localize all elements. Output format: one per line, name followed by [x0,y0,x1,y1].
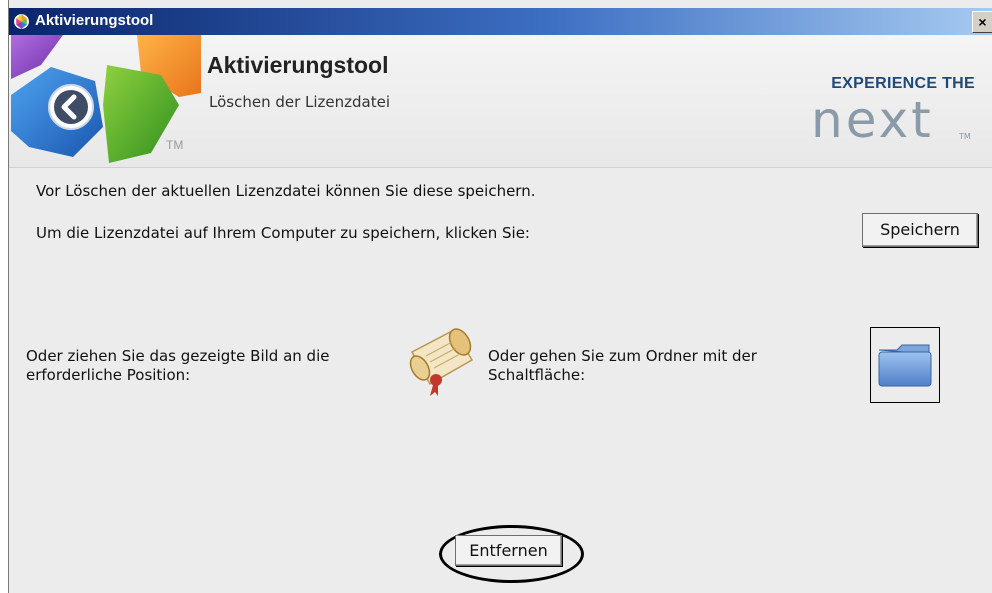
drag-instruction-line1: Oder ziehen Sie das gezeigte Bild an die [26,347,330,365]
activation-tool-window: Aktivierungstool × TM Aktivierungstool L… [8,0,992,593]
close-button[interactable]: × [972,11,992,33]
folder-icon [878,344,932,387]
folder-instruction: Oder gehen Sie zum Ordner mit der Schalt… [488,347,757,385]
license-scroll-icon[interactable] [402,322,480,400]
app-logo-icon [14,14,29,29]
svg-text:TM: TM [958,132,971,141]
intro-text: Vor Löschen der aktuellen Lizenzdatei kö… [36,182,536,200]
folder-instruction-line2: Schaltfläche: [488,366,586,384]
drag-instruction-line2: erforderliche Position: [26,366,191,384]
page-title: Aktivierungstool [207,52,389,78]
close-icon: × [978,14,987,30]
save-prompt-text: Um die Lizenzdatei auf Ihrem Computer zu… [36,224,530,242]
folder-instruction-line1: Oder gehen Sie zum Ordner mit der [488,347,757,365]
window-title: Aktivierungstool [35,12,154,29]
header-banner: TM Aktivierungstool Löschen der Lizenzda… [9,35,992,168]
title-bar[interactable]: Aktivierungstool × [9,8,992,35]
page-subtitle: Löschen der Lizenzdatei [209,93,391,111]
save-button[interactable]: Speichern [862,213,978,247]
brand-next-logo: next TM [811,97,971,147]
open-folder-button[interactable] [870,327,940,403]
drag-instruction: Oder ziehen Sie das gezeigte Bild an die… [26,347,329,385]
brand-tagline: EXPERIENCE THE [831,75,975,92]
remove-button[interactable]: Entfernen [455,535,562,566]
brand-next-text: next [811,97,934,147]
trademark-label: TM [166,138,184,152]
